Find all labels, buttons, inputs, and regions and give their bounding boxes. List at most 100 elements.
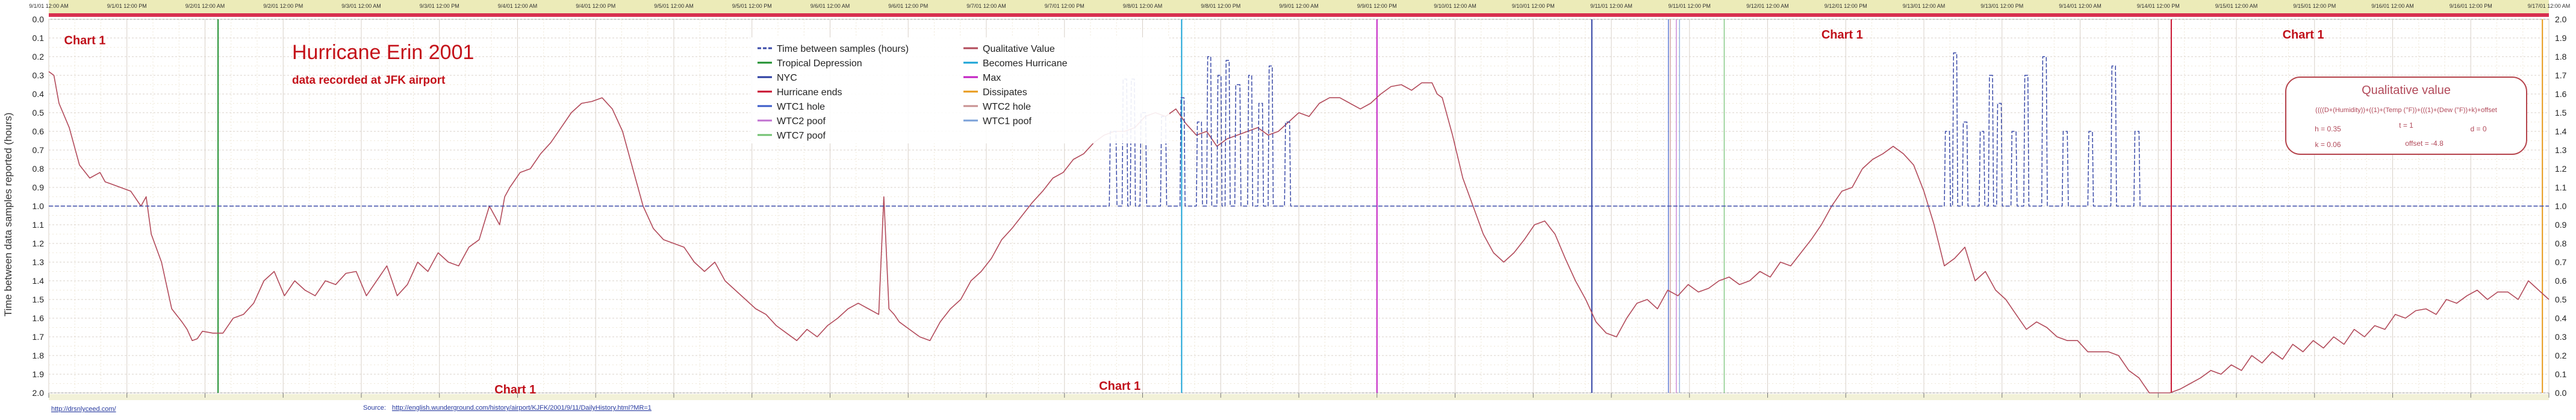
x-tick-label-top: 9/13/01 12:00 AM bbox=[1903, 3, 1946, 9]
y-tick-label-right: 1.1 bbox=[2555, 183, 2567, 192]
y-tick-label-left: 2.0 bbox=[33, 388, 45, 398]
y-tick-label-left: 1.3 bbox=[33, 257, 45, 267]
x-tick-label-top: 9/9/01 12:00 PM bbox=[1357, 3, 1397, 9]
legend-label: Tropical Depression bbox=[777, 58, 862, 69]
chart-annotation: Chart 1 bbox=[494, 383, 536, 396]
y-tick-label-left: 1.2 bbox=[33, 239, 45, 248]
chart-svg: 0.0 0.1 0.2 0.3 0.4 0.5 0.6 0.7 0.8 0.9 1.0 1.1 1.2 1… bbox=[0, 0, 2576, 417]
y-tick-label-right: 1.2 bbox=[2555, 164, 2567, 174]
x-tick-label-top: 9/12/01 12:00 AM bbox=[1746, 3, 1789, 9]
y-tick-label-left: 0.5 bbox=[33, 108, 45, 118]
x-tick-label-top: 9/10/01 12:00 PM bbox=[1512, 3, 1555, 9]
top-red-band bbox=[49, 13, 2549, 17]
y-tick-label-right: 0.1 bbox=[2555, 369, 2567, 379]
y-tick-label-left: 1.7 bbox=[33, 332, 45, 342]
x-tick-label-top: 9/2/01 12:00 PM bbox=[263, 3, 303, 9]
y-tick-label-left: 1.0 bbox=[33, 201, 45, 211]
y-tick-label-right: 0.7 bbox=[2555, 257, 2567, 267]
footer-link[interactable]: http://drsnlyceed.com/ bbox=[51, 406, 117, 413]
x-tick-label-top: 9/8/01 12:00 AM bbox=[1123, 3, 1163, 9]
y-tick-label-left: 0.9 bbox=[33, 183, 45, 192]
y-tick-label-left: 0.3 bbox=[33, 71, 45, 80]
x-tick-label-top: 9/16/01 12:00 PM bbox=[2450, 3, 2492, 9]
y-tick-label-right: 1.8 bbox=[2555, 52, 2567, 61]
x-tick-label-top: 9/6/01 12:00 PM bbox=[888, 3, 928, 9]
legend-label: Dissipates bbox=[983, 87, 1027, 98]
x-tick-label-top: 9/11/01 12:00 AM bbox=[1590, 3, 1632, 9]
y-tick-label-right: 0.2 bbox=[2555, 351, 2567, 360]
x-tick-label-top: 9/15/01 12:00 PM bbox=[2293, 3, 2336, 9]
footer-source-url[interactable]: http://english.wunderground.com/history/… bbox=[392, 404, 652, 412]
chart-root: 0.0 0.1 0.2 0.3 0.4 0.5 0.6 0.7 0.8 0.9 1.0 1.1 1.2 1… bbox=[0, 0, 2576, 417]
chart-annotation: Chart 1 bbox=[1099, 380, 1140, 393]
x-tick-label-top: 9/4/01 12:00 PM bbox=[576, 3, 615, 9]
x-tick-label-top: 9/14/01 12:00 PM bbox=[2137, 3, 2180, 9]
y-tick-label-right: 1.9 bbox=[2555, 33, 2567, 43]
qualitative-param-d: d = 0 bbox=[2470, 125, 2486, 133]
y-tick-label-left: 0.7 bbox=[33, 145, 45, 155]
y-tick-label-right: 0.4 bbox=[2555, 313, 2567, 323]
x-tick-label-top: 9/12/01 12:00 PM bbox=[1825, 3, 1867, 9]
y-tick-label-right: 2.0 bbox=[2555, 14, 2567, 24]
y-tick-label-left: 0.0 bbox=[33, 14, 45, 24]
x-tick-label-top: 9/5/01 12:00 PM bbox=[732, 3, 772, 9]
y-tick-label-left: 0.2 bbox=[33, 52, 45, 61]
x-tick-label-top: 9/4/01 12:00 AM bbox=[498, 3, 538, 9]
qualitative-box-formula: ((((D+(Humidity))+((1)+(Temp (°F))+(((1)… bbox=[2315, 107, 2497, 114]
y-tick-label-right: 1.0 bbox=[2555, 201, 2567, 211]
x-tick-label-top: 9/3/01 12:00 AM bbox=[341, 3, 381, 9]
x-tick-label-top: 9/16/01 12:00 AM bbox=[2371, 3, 2414, 9]
legend-label: Hurricane ends bbox=[777, 87, 842, 98]
x-tick-label-top: 9/2/01 12:00 AM bbox=[185, 3, 225, 9]
legend: Time between samples (hours) Qualitative … bbox=[750, 37, 1169, 143]
y-tick-label-left: 1.9 bbox=[33, 369, 45, 379]
y-tick-label-right: 1.3 bbox=[2555, 145, 2567, 155]
x-tick-label-top: 9/13/01 12:00 PM bbox=[1980, 3, 2023, 9]
y-tick-label-right: 1.4 bbox=[2555, 127, 2567, 136]
legend-label: WTC1 poof bbox=[983, 116, 1031, 127]
x-tick-label-top: 9/3/01 12:00 PM bbox=[420, 3, 459, 9]
legend-label: Becomes Hurricane bbox=[983, 58, 1068, 69]
legend-label: WTC2 poof bbox=[777, 116, 826, 127]
qualitative-param-t: t = 1 bbox=[2399, 121, 2413, 130]
y-tick-label-right: 0.5 bbox=[2555, 295, 2567, 304]
y-tick-label-left: 1.6 bbox=[33, 313, 45, 323]
y-tick-label-left: 1.1 bbox=[33, 220, 45, 230]
y-tick-label-left: 1.4 bbox=[33, 276, 45, 286]
y-tick-label-right: 0.8 bbox=[2555, 239, 2567, 248]
y-tick-label-left: 0.4 bbox=[33, 89, 45, 99]
x-tick-label-top: 9/8/01 12:00 PM bbox=[1201, 3, 1240, 9]
y-tick-label-right: 0.9 bbox=[2555, 220, 2567, 230]
footer-source-label: Source: bbox=[363, 404, 386, 412]
qualitative-param-h: h = 0.35 bbox=[2315, 125, 2341, 133]
chart-subtitle: data recorded at JFK airport bbox=[292, 74, 446, 87]
y-tick-label-left: 0.6 bbox=[33, 127, 45, 136]
y-tick-label-right: 1.7 bbox=[2555, 71, 2567, 80]
y-tick-label-right: 0.6 bbox=[2555, 276, 2567, 286]
legend-label: Max bbox=[983, 73, 1001, 83]
legend-label: WTC7 poof bbox=[777, 131, 826, 141]
y-axis-label: Time between data samples reported (hour… bbox=[2, 113, 14, 317]
y-tick-label-left: 0.1 bbox=[33, 33, 45, 43]
x-tick-label-top: 9/6/01 12:00 AM bbox=[810, 3, 850, 9]
x-tick-label-top: 9/5/01 12:00 AM bbox=[654, 3, 694, 9]
chart-annotation: Chart 1 bbox=[2283, 28, 2324, 42]
x-tick-label-top: 9/11/01 12:00 PM bbox=[1669, 3, 1711, 9]
x-tick-label-top: 9/7/01 12:00 AM bbox=[966, 3, 1006, 9]
legend-label: Time between samples (hours) bbox=[777, 44, 909, 54]
x-tick-label-top: 9/9/01 12:00 AM bbox=[1279, 3, 1319, 9]
y-tick-label-right: 1.6 bbox=[2555, 89, 2567, 99]
chart-title: Hurricane Erin 2001 bbox=[292, 41, 474, 64]
x-tick-label-top: 9/7/01 12:00 PM bbox=[1045, 3, 1084, 9]
chart-annotation: Chart 1 bbox=[1822, 28, 1863, 42]
y-tick-label-right: 0.0 bbox=[2555, 388, 2567, 398]
y-tick-label-left: 1.8 bbox=[33, 351, 45, 360]
x-tick-label-top: 9/10/01 12:00 AM bbox=[1434, 3, 1476, 9]
y-tick-label-right: 1.5 bbox=[2555, 108, 2567, 118]
x-tick-label-top: 9/1/01 12:00 AM bbox=[29, 3, 69, 9]
legend-label: Qualitative Value bbox=[983, 44, 1055, 54]
x-tick-label-top: 9/1/01 12:00 PM bbox=[107, 3, 147, 9]
legend-label: NYC bbox=[777, 73, 797, 83]
legend-label: WTC2 hole bbox=[983, 102, 1031, 112]
x-tick-label-top: 9/15/01 12:00 AM bbox=[2215, 3, 2258, 9]
